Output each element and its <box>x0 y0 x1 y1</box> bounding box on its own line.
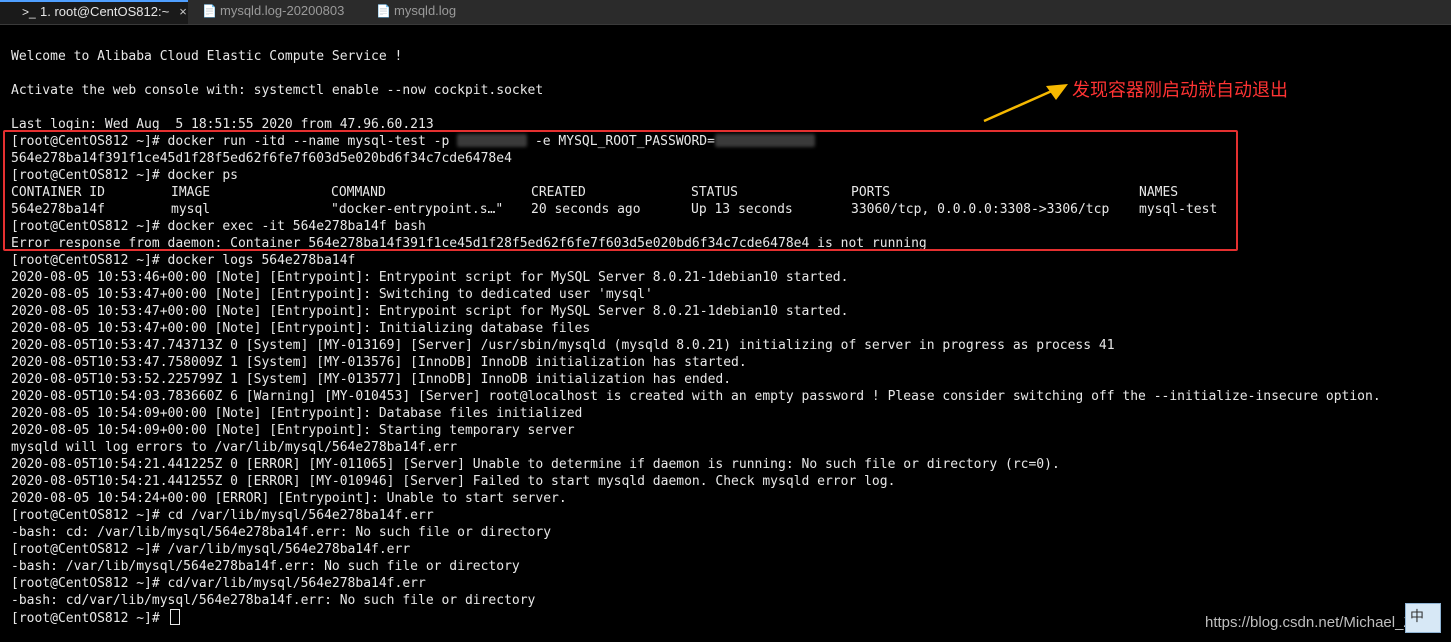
log-line: 2020-08-05 10:54:24+00:00 [ERROR] [Entry… <box>11 491 567 506</box>
file-icon: 📄 <box>376 4 391 18</box>
log-line: 2020-08-05T10:53:52.225799Z 1 [System] [… <box>11 372 732 387</box>
terminal-cursor <box>169 609 180 625</box>
tab-label: mysqld.log <box>394 3 457 18</box>
ime-indicator[interactable]: 中 <box>1405 603 1441 633</box>
log-line: 2020-08-05 10:53:46+00:00 [Note] [Entryp… <box>11 270 849 285</box>
log-line: -bash: cd: /var/lib/mysql/564e278ba14f.e… <box>11 525 552 540</box>
tab-mysqld-log-20200803[interactable]: 📄 mysqld.log-20200803 <box>192 0 362 24</box>
close-icon[interactable]: × <box>179 4 187 19</box>
tab-label: 1. root@CentOS812:~ <box>40 4 170 19</box>
welcome-line: Welcome to Alibaba Cloud Elastic Compute… <box>11 49 403 64</box>
log-line: 2020-08-05 10:53:47+00:00 [Note] [Entryp… <box>11 287 653 302</box>
log-line: [root@CentOS812 ~]# cd /var/lib/mysql/56… <box>11 508 434 523</box>
file-icon: 📄 <box>202 4 217 18</box>
log-line: [root@CentOS812 ~]# /var/lib/mysql/564e2… <box>11 542 411 557</box>
log-line: -bash: /var/lib/mysql/564e278ba14f.err: … <box>11 559 520 574</box>
log-line: 2020-08-05T10:54:21.441255Z 0 [ERROR] [M… <box>11 474 896 489</box>
watermark: https://blog.csdn.net/Michael_Zy <box>1205 614 1421 631</box>
terminal-icon: >_ <box>22 5 36 19</box>
log-line: 2020-08-05 10:54:09+00:00 [Note] [Entryp… <box>11 423 575 438</box>
log-line: 2020-08-05 10:53:47+00:00 [Note] [Entryp… <box>11 304 849 319</box>
log-output: [root@CentOS812 ~]# docker logs 564e278b… <box>11 252 1381 609</box>
final-prompt-line: [root@CentOS812 ~]# <box>11 609 1381 626</box>
annotation-arrow-icon <box>983 84 1068 123</box>
log-line: -bash: cd/var/lib/mysql/564e278ba14f.err… <box>11 593 536 608</box>
highlight-box <box>3 130 1238 251</box>
log-line: 2020-08-05T10:54:03.783660Z 6 [Warning] … <box>11 389 1381 404</box>
log-line: 2020-08-05 10:54:09+00:00 [Note] [Entryp… <box>11 406 583 421</box>
final-prompt: [root@CentOS812 ~]# <box>11 611 168 626</box>
log-line: 2020-08-05T10:53:47.743713Z 0 [System] [… <box>11 338 1115 353</box>
log-line: 2020-08-05T10:54:21.441225Z 0 [ERROR] [M… <box>11 457 1060 472</box>
log-line: mysqld will log errors to /var/lib/mysql… <box>11 440 458 455</box>
tab-label: mysqld.log-20200803 <box>220 3 345 18</box>
tab-terminal[interactable]: >_ 1. root@CentOS812:~ × <box>0 0 188 24</box>
annotation-text: 发现容器刚启动就自动退出 <box>1072 80 1288 101</box>
log-line: 2020-08-05T10:53:47.758009Z 1 [System] [… <box>11 355 747 370</box>
log-line: [root@CentOS812 ~]# docker logs 564e278b… <box>11 253 356 268</box>
log-line: [root@CentOS812 ~]# cd/var/lib/mysql/564… <box>11 576 426 591</box>
log-line: 2020-08-05 10:53:47+00:00 [Note] [Entryp… <box>11 321 591 336</box>
tab-bar: >_ 1. root@CentOS812:~ × 📄 mysqld.log-20200… <box>0 0 1451 25</box>
tab-mysqld-log[interactable]: 📄 mysqld.log <box>366 0 476 24</box>
